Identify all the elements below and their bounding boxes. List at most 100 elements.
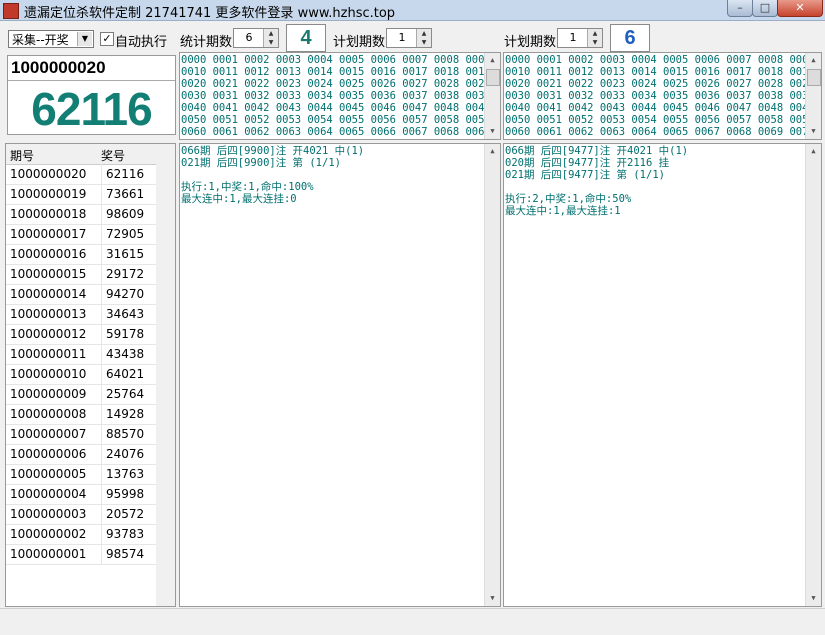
table-row[interactable]: 1000000019 73661 (6, 184, 156, 205)
number-cell: 14928 (101, 404, 156, 424)
scrollbar[interactable]: ▲ ▼ (484, 53, 500, 139)
issue-cell: 1000000016 (10, 247, 87, 261)
number-cell: 98609 (101, 204, 156, 224)
divider (8, 80, 175, 81)
scroll-up-icon[interactable]: ▲ (806, 53, 821, 68)
issue-cell: 1000000018 (10, 207, 87, 221)
table-row[interactable]: 1000000015 29172 (6, 264, 156, 285)
table-row[interactable]: 1000000005 13763 (6, 464, 156, 485)
number-cell: 20572 (101, 504, 156, 524)
table-row[interactable]: 1000000014 94270 (6, 284, 156, 305)
scroll-up-icon[interactable]: ▲ (485, 144, 500, 159)
scrollbar[interactable]: ▲ ▼ (805, 53, 821, 139)
issue-cell: 1000000019 (10, 187, 87, 201)
issue-cell: 1000000008 (10, 407, 87, 421)
table-row[interactable]: 1000000006 24076 (6, 444, 156, 465)
scroll-down-icon[interactable]: ▼ (806, 591, 821, 606)
issue-cell: 1000000007 (10, 427, 87, 441)
auto-run-checkbox[interactable]: ✓ (100, 32, 114, 46)
issue-cell: 1000000017 (10, 227, 87, 241)
spin-down-icon[interactable]: ▼ (416, 38, 431, 47)
table-row[interactable]: 1000000007 88570 (6, 424, 156, 445)
stat-result-box: 4 (286, 24, 326, 52)
table-row[interactable]: 1000000012 59178 (6, 324, 156, 345)
number-cell: 59178 (101, 324, 156, 344)
table-row[interactable]: 1000000008 14928 (6, 404, 156, 425)
number-cell: 34643 (101, 304, 156, 324)
issue-cell: 1000000005 (10, 467, 87, 481)
number-cell: 43438 (101, 344, 156, 364)
table-row[interactable]: 1000000017 72905 (6, 224, 156, 245)
number-cell: 62116 (101, 164, 156, 184)
table-row[interactable]: 1000000001 98574 (6, 544, 156, 565)
maximize-button[interactable]: □ (752, 0, 778, 17)
table-row[interactable]: 1000000018 98609 (6, 204, 156, 225)
table-header: 期号 奖号 (6, 144, 175, 165)
left-result-text: 066期 后四[9900]注 开4021 中(1) 021期 后四[9900]注… (181, 145, 365, 205)
table-row[interactable]: 1000000003 20572 (6, 504, 156, 525)
issue-cell: 1000000020 (10, 167, 87, 181)
close-button[interactable]: ✕ (777, 0, 823, 17)
stat-count-stepper[interactable]: 6 ▲ ▼ (233, 28, 279, 48)
table-row[interactable]: 1000000002 93783 (6, 524, 156, 545)
stat-count-value[interactable]: 6 (234, 31, 264, 44)
number-cell: 93783 (101, 524, 156, 544)
left-plan-count-value[interactable]: 1 (387, 31, 417, 44)
chevron-down-icon[interactable]: ▼ (77, 32, 92, 46)
minimize-button[interactable]: – (727, 0, 753, 17)
stat-count-label: 统计期数 (180, 35, 233, 50)
right-numbers-text: 0000 0001 0002 0003 0004 0005 0006 0007 … (505, 54, 815, 138)
number-cell: 29172 (101, 264, 156, 284)
table-row[interactable]: 1000000004 95998 (6, 484, 156, 505)
issue-cell: 1000000001 (10, 547, 87, 561)
history-table: 期号 奖号 1000000020 62116 1000000019 73661 1000… (5, 143, 176, 607)
left-numbers-text: 0000 0001 0002 0003 0004 0005 0006 0007 … (181, 54, 491, 138)
scroll-down-icon[interactable]: ▼ (485, 591, 500, 606)
mode-select[interactable]: 采集--开奖 ▼ (8, 30, 94, 48)
number-cell: 24076 (101, 444, 156, 464)
spin-down-icon[interactable]: ▼ (263, 38, 278, 47)
window-title: 遗漏定位杀软件定制 21741741 更多软件登录 www.hzhsc.top (24, 6, 396, 21)
issue-cell: 1000000015 (10, 267, 87, 281)
number-cell: 72905 (101, 224, 156, 244)
column-header-issue: 期号 (10, 149, 35, 163)
issue-cell: 1000000012 (10, 327, 87, 341)
scroll-up-icon[interactable]: ▲ (485, 53, 500, 68)
scrollbar[interactable]: ▲ ▼ (484, 144, 500, 606)
scrollbar[interactable]: ▲ ▼ (805, 144, 821, 606)
number-cell: 94270 (101, 284, 156, 304)
scroll-down-icon[interactable]: ▼ (485, 124, 500, 139)
table-row[interactable]: 1000000009 25764 (6, 384, 156, 405)
issue-cell: 1000000013 (10, 307, 87, 321)
plan-result-box: 6 (610, 24, 650, 52)
left-plan-count-stepper[interactable]: 1 ▲ ▼ (386, 28, 432, 48)
scroll-down-icon[interactable]: ▼ (806, 124, 821, 139)
right-numbers-panel[interactable]: 0000 0001 0002 0003 0004 0005 0006 0007 … (503, 52, 822, 140)
scroll-thumb[interactable] (807, 69, 821, 86)
mode-select-value: 采集--开奖 (12, 33, 69, 47)
issue-cell: 1000000014 (10, 287, 87, 301)
right-plan-count-value[interactable]: 1 (558, 31, 588, 44)
scroll-thumb[interactable] (486, 69, 500, 86)
left-plan-count-label: 计划期数 (333, 35, 386, 50)
number-cell: 25764 (101, 384, 156, 404)
issue-cell: 1000000004 (10, 487, 87, 501)
right-plan-count-label: 计划期数 (504, 35, 557, 50)
table-row[interactable]: 1000000011 43438 (6, 344, 156, 365)
table-row[interactable]: 1000000013 34643 (6, 304, 156, 325)
table-row[interactable]: 1000000016 31615 (6, 244, 156, 265)
table-row[interactable]: 1000000010 64021 (6, 364, 156, 385)
issue-cell: 1000000010 (10, 367, 87, 381)
number-cell: 95998 (101, 484, 156, 504)
right-result-panel[interactable]: 066期 后四[9477]注 开4021 中(1) 020期 后四[9477]注… (503, 143, 822, 607)
left-result-panel[interactable]: 066期 后四[9900]注 开4021 中(1) 021期 后四[9900]注… (179, 143, 501, 607)
issue-cell: 1000000006 (10, 447, 87, 461)
number-cell: 73661 (101, 184, 156, 204)
issue-cell: 1000000002 (10, 527, 87, 541)
spin-down-icon[interactable]: ▼ (587, 38, 602, 47)
right-plan-count-stepper[interactable]: 1 ▲ ▼ (557, 28, 603, 48)
left-numbers-panel[interactable]: 0000 0001 0002 0003 0004 0005 0006 0007 … (179, 52, 501, 140)
number-cell: 31615 (101, 244, 156, 264)
table-row[interactable]: 1000000020 62116 (6, 164, 156, 185)
scroll-up-icon[interactable]: ▲ (806, 144, 821, 159)
